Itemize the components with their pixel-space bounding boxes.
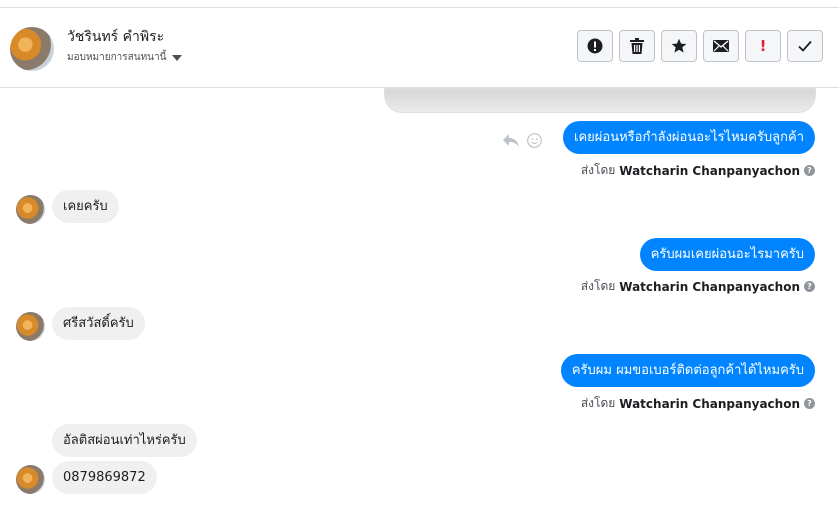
- contact-avatar-small[interactable]: [16, 465, 45, 494]
- spam-button[interactable]: !: [745, 30, 781, 62]
- info-icon[interactable]: ?: [804, 398, 815, 409]
- message-thread: เคยผ่อนหรือกำลังผ่อนอะไรไหมครับลูกค้า ส่…: [0, 88, 839, 511]
- mark-unread-button[interactable]: [703, 30, 739, 62]
- incoming-message[interactable]: 0879869872: [52, 461, 157, 494]
- incoming-message[interactable]: อัลติสผ่อนเท่าไหร่ครับ: [52, 424, 197, 457]
- incoming-message[interactable]: ศรีสวัสดิ์ครับ: [52, 307, 145, 340]
- sent-by-label: ส่งโดย Watcharin Chanpanyachon ?: [581, 394, 815, 413]
- exclamation-circle-icon: [587, 38, 603, 54]
- contact-avatar-small[interactable]: [16, 195, 45, 224]
- reply-icon[interactable]: [503, 134, 519, 147]
- incoming-message[interactable]: เคยครับ: [52, 190, 119, 223]
- conversation-actions: !: [577, 30, 823, 62]
- conversation-header: วัชรินทร์ คำพิระ มอบหมายการสนทนานี้ !: [0, 8, 839, 88]
- sent-by-label: ส่งโดย Watcharin Chanpanyachon ?: [581, 277, 815, 296]
- image-attachment[interactable]: [384, 88, 816, 113]
- assign-label: มอบหมายการสนทนานี้: [67, 52, 167, 63]
- sent-by-prefix: ส่งโดย: [580, 163, 616, 177]
- message-tools: [503, 133, 542, 148]
- outgoing-message[interactable]: ครับผมเคยผ่อนอะไรมาครับ: [639, 238, 815, 271]
- contact-avatar-small[interactable]: [16, 312, 45, 341]
- top-border: [0, 0, 839, 8]
- sent-by-prefix: ส่งโดย: [580, 396, 616, 410]
- contact-avatar[interactable]: [10, 27, 54, 71]
- sender-name: Watcharin Chanpanyachon: [619, 396, 800, 411]
- check-icon: [798, 40, 812, 52]
- star-icon: [671, 38, 687, 53]
- assign-conversation-dropdown[interactable]: มอบหมายการสนทนานี้: [67, 50, 183, 65]
- trash-icon: [630, 38, 644, 54]
- star-button[interactable]: [661, 30, 697, 62]
- sent-by-prefix: ส่งโดย: [580, 279, 616, 293]
- outgoing-message[interactable]: เคยผ่อนหรือกำลังผ่อนอะไรไหมครับลูกค้า: [563, 121, 815, 154]
- caret-down-icon: [172, 54, 183, 61]
- delete-button[interactable]: [619, 30, 655, 62]
- sender-name: Watcharin Chanpanyachon: [619, 163, 800, 178]
- outgoing-message[interactable]: ครับผม ผมขอเบอร์ติดต่อลูกค้าได้ไหมครับ: [560, 354, 815, 387]
- exclamation-icon: !: [759, 37, 767, 55]
- envelope-icon: [713, 40, 729, 52]
- contact-name[interactable]: วัชรินทร์ คำพิระ: [67, 26, 164, 48]
- mark-important-button[interactable]: [577, 30, 613, 62]
- sent-by-label: ส่งโดย Watcharin Chanpanyachon ?: [581, 161, 815, 180]
- done-button[interactable]: [787, 30, 823, 62]
- sender-name: Watcharin Chanpanyachon: [619, 279, 800, 294]
- info-icon[interactable]: ?: [804, 281, 815, 292]
- emoji-icon[interactable]: [527, 133, 542, 148]
- info-icon[interactable]: ?: [804, 165, 815, 176]
